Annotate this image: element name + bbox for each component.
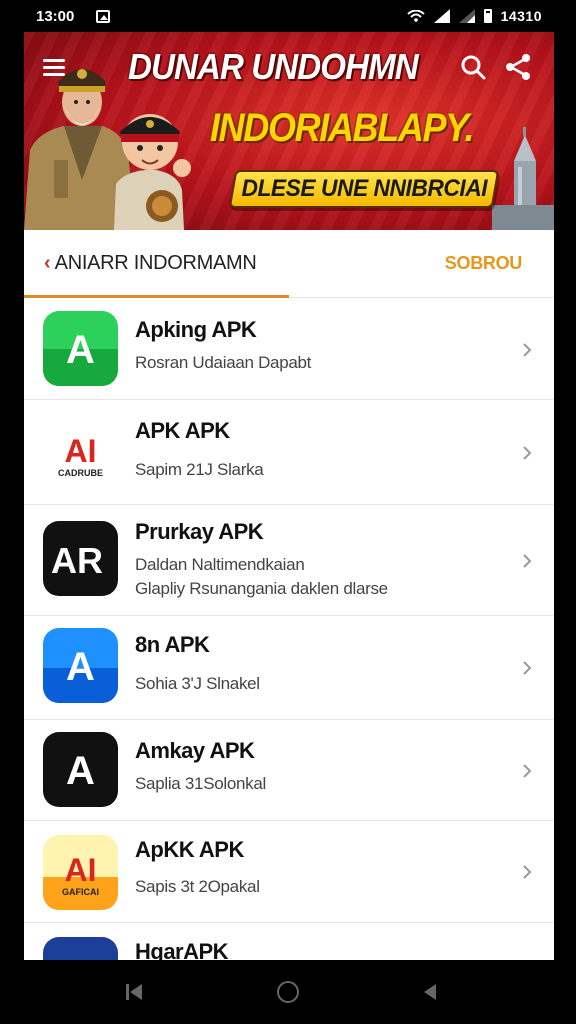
app-icon-sublabel: GAFICAI <box>62 887 99 897</box>
battery-icon <box>483 9 492 23</box>
red-ai-logo-icon: AI CADRUBE <box>43 416 118 491</box>
app-name: ApKK APK <box>135 837 244 862</box>
black-ar-icon: AR <box>43 521 118 596</box>
app-list-item[interactable]: A Apking APK Rosran Udaiaan Dapabt <box>24 299 554 400</box>
gallery-notification-icon <box>96 9 111 23</box>
banner-subtitle: INDORIABLAPY. <box>210 106 475 150</box>
wifi-icon <box>406 10 425 22</box>
app-list-item[interactable]: AI CADRUBE APK APK Sapim 21J Slarka <box>24 400 554 505</box>
app-description: Saplia 31Solonkal <box>135 774 266 793</box>
signal-partial-icon <box>458 9 475 23</box>
navy-a-icon: A <box>43 937 118 960</box>
status-icons: 14310 <box>406 8 542 24</box>
app-description: Rosran Udaiaan Dapabt <box>135 353 312 372</box>
app-description: Sapis 3t 2Opakal <box>135 877 260 896</box>
app-description: Sohia 3'J Slnakel <box>135 674 260 693</box>
blue-a-icon: A <box>43 628 118 703</box>
banner-cta-label: DLESE UNE NNIBRCIAI <box>241 175 487 202</box>
chevron-right-icon <box>523 763 532 778</box>
chevron-right-icon <box>523 661 532 675</box>
menu-icon[interactable] <box>43 59 65 77</box>
app-name: Prurkay APK <box>135 519 264 544</box>
chevron-right-icon <box>523 445 532 460</box>
header-banner: DUNAR UNDOHMN INDORIABLAPY. DLESE UNE NN… <box>24 32 554 230</box>
share-icon[interactable] <box>504 52 532 82</box>
app-name: HgarAPK <box>135 939 229 960</box>
app-icon-letters: A <box>66 749 95 793</box>
app-name: Apking APK <box>135 317 257 342</box>
nav-back-icon[interactable] <box>124 982 144 1002</box>
chevron-right-icon <box>523 342 532 357</box>
nav-recents-icon[interactable] <box>420 982 440 1002</box>
yellow-red-ai-icon: AI GAFICAI <box>43 835 118 910</box>
app-icon-letters: AR <box>51 540 103 581</box>
app-icon-letters: A <box>66 645 95 689</box>
app-description: Glapliy Rsunangania daklen dlarse <box>135 579 388 598</box>
app-name: Amkay APK <box>135 738 255 763</box>
tab-main[interactable]: ‹ ANIARR INDORMAMN <box>24 230 289 298</box>
banner-cta-button[interactable]: DLESE UNE NNIBRCIAI <box>228 170 500 208</box>
app-list-item[interactable]: A 8n APK Sohia 3'J Slnakel <box>24 616 554 720</box>
black-a-icon: A <box>43 732 118 807</box>
tab-active-indicator <box>24 295 289 298</box>
app-list-item[interactable]: A HgarAPK <box>24 923 554 960</box>
tab-bar: ‹ ANIARR INDORMAMN SOBROU <box>24 230 554 298</box>
banner-title: DUNAR UNDOHMN <box>128 46 419 87</box>
signal-icon <box>433 9 450 23</box>
nav-home-icon[interactable] <box>277 981 299 1003</box>
app-name: 8n APK <box>135 632 210 657</box>
app-icon-sublabel: CADRUBE <box>58 468 103 478</box>
app-description: Sapim 21J Slarka <box>135 460 264 479</box>
app-icon-letters: AI <box>65 852 97 888</box>
chevron-right-icon <box>523 865 532 879</box>
green-a-icon: A <box>43 311 118 386</box>
app-screen: DUNAR UNDOHMN INDORIABLAPY. DLESE UNE NN… <box>24 32 554 960</box>
app-icon-letters: A <box>66 328 95 372</box>
app-list-item[interactable]: AR Prurkay APK Daldan Naltimendkaian Glapli… <box>24 505 554 616</box>
chevron-left-icon: ‹ <box>44 252 51 274</box>
status-bar: 13:00 14310 <box>0 0 576 32</box>
monument-tower-illustration <box>492 127 554 230</box>
status-time: 13:00 <box>36 7 75 25</box>
app-list-item[interactable]: A Amkay APK Saplia 31Solonkal <box>24 720 554 821</box>
tab-main-label: ANIARR INDORMAMN <box>54 252 257 274</box>
app-list-item[interactable]: AI GAFICAI ApKK APK Sapis 3t 2Opakal <box>24 821 554 923</box>
chevron-right-icon <box>523 553 532 568</box>
app-icon-letters: AI <box>65 433 97 469</box>
tab-secondary[interactable]: SOBROU <box>445 230 523 297</box>
status-battery-text: 14310 <box>500 8 542 24</box>
app-description: Daldan Naltimendkaian <box>135 555 305 574</box>
search-icon[interactable] <box>459 53 487 81</box>
app-name: APK APK <box>135 418 230 443</box>
